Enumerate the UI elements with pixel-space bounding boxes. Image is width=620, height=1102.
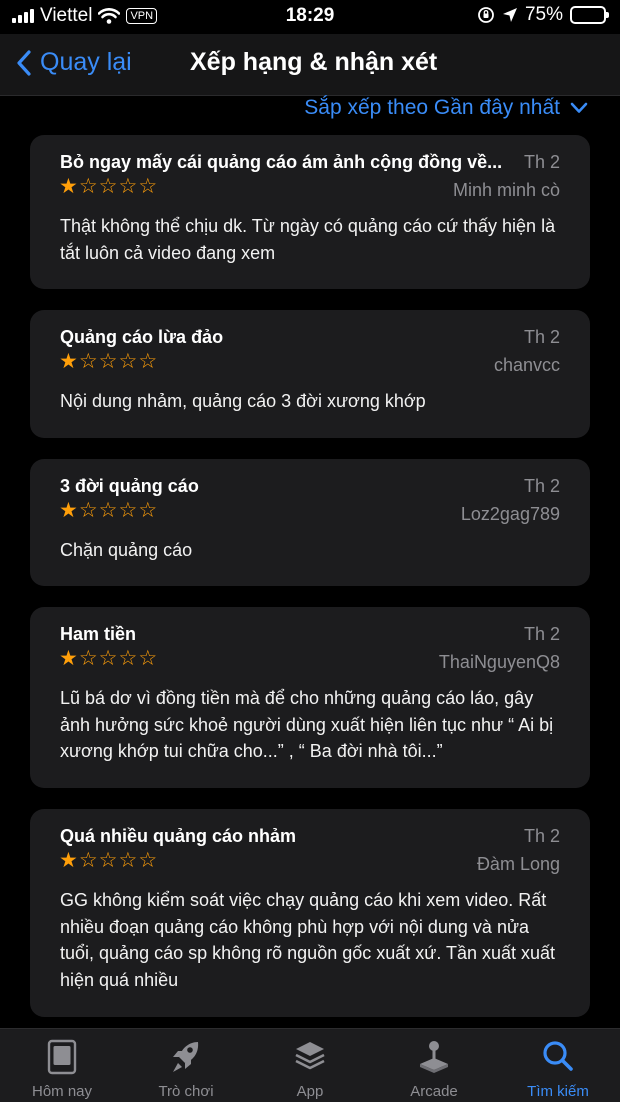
review-body: Lũ bá dơ vì đồng tiền mà để cho những qu… <box>60 688 554 761</box>
star-empty-icon: ☆ <box>78 498 98 522</box>
star-filled-icon: ★ <box>59 174 78 198</box>
review-date: Th 2 <box>523 327 560 347</box>
tab-bar: Hôm nay Trò chơi App Arcade Tìm kiếm <box>0 1028 620 1102</box>
search-icon <box>543 1041 573 1071</box>
orientation-lock-icon <box>478 7 494 23</box>
battery-icon <box>570 6 609 24</box>
star-empty-icon: ☆ <box>138 174 158 198</box>
review-title: Ham tiền <box>60 624 137 644</box>
star-empty-icon: ☆ <box>78 174 98 198</box>
review-date: Th 2 <box>523 476 560 496</box>
review-author: Minh minh cò <box>452 180 560 200</box>
page-title: Xếp hạng & nhận xét <box>190 48 438 76</box>
review-body: GG không kiểm soát việc chạy quảng cáo k… <box>60 890 556 990</box>
review-card[interactable]: Ham tiền Th 2 ★ ☆ ☆ ☆ ☆ ThaiNguyenQ8 Lũ bá d… <box>30 607 590 788</box>
tab-label: Tìm kiếm <box>527 1083 589 1100</box>
review-author: Loz2gag789 <box>460 504 560 524</box>
tab-label: Trò chơi <box>158 1083 214 1100</box>
review-date: Th 2 <box>523 152 560 172</box>
star-empty-icon: ☆ <box>138 848 158 872</box>
star-empty-icon: ☆ <box>78 349 98 373</box>
star-rating: ★ ☆ ☆ ☆ ☆ <box>59 350 157 372</box>
star-empty-icon: ☆ <box>98 349 118 373</box>
star-empty-icon: ☆ <box>118 848 138 872</box>
tab-arcade[interactable]: Arcade <box>372 1029 496 1102</box>
star-filled-icon: ★ <box>59 349 78 373</box>
tab-games[interactable]: Trò chơi <box>124 1029 248 1102</box>
tab-label: App <box>296 1083 324 1100</box>
chevron-down-icon <box>570 102 588 113</box>
star-rating: ★ ☆ ☆ ☆ ☆ <box>59 849 157 871</box>
review-body: Thật không thể chịu dk. Từ ngày có quảng… <box>60 216 556 263</box>
star-rating: ★ ☆ ☆ ☆ ☆ <box>59 647 157 669</box>
review-title: Quá nhiều quảng cáo nhảm <box>60 826 297 846</box>
rocket-icon <box>173 1042 199 1072</box>
apps-stack-icon <box>295 1042 325 1070</box>
review-author: ThaiNguyenQ8 <box>438 652 560 672</box>
star-empty-icon: ☆ <box>78 848 98 872</box>
back-button[interactable]: Quay lại <box>16 48 132 77</box>
star-filled-icon: ★ <box>59 848 78 872</box>
review-body: Chặn quảng cáo <box>60 540 193 560</box>
review-title: Quảng cáo lừa đảo <box>60 327 224 347</box>
tab-search[interactable]: Tìm kiếm <box>496 1029 620 1102</box>
star-empty-icon: ☆ <box>98 646 118 670</box>
status-bar: Viettel VPN 18:29 75% <box>0 0 620 34</box>
star-rating: ★ ☆ ☆ ☆ ☆ <box>59 499 157 521</box>
star-filled-icon: ★ <box>59 646 78 670</box>
star-empty-icon: ☆ <box>98 498 118 522</box>
tab-label: Hôm nay <box>31 1083 93 1100</box>
today-icon <box>47 1039 77 1075</box>
sort-button[interactable]: Sắp xếp theo Gần đây nhất <box>304 96 588 120</box>
star-empty-icon: ☆ <box>118 349 138 373</box>
star-empty-icon: ☆ <box>98 848 118 872</box>
review-title: Bỏ ngay mấy cái quảng cáo ám ảnh cộng đồ… <box>60 152 503 172</box>
review-date: Th 2 <box>523 826 560 846</box>
sort-label: Sắp xếp theo Gần đây nhất <box>304 96 560 119</box>
review-card[interactable]: Quá nhiều quảng cáo nhảm Th 2 ★ ☆ ☆ ☆ ☆ Đàm … <box>30 809 590 1017</box>
joystick-icon <box>420 1041 448 1073</box>
star-empty-icon: ☆ <box>138 498 158 522</box>
tab-label: Arcade <box>410 1083 458 1100</box>
review-card[interactable]: Bỏ ngay mấy cái quảng cáo ám ảnh cộng đồ… <box>30 135 590 289</box>
star-empty-icon: ☆ <box>98 174 118 198</box>
review-title: 3 đời quảng cáo <box>60 476 199 496</box>
location-arrow-icon <box>502 8 517 22</box>
review-date: Th 2 <box>523 624 560 644</box>
back-label: Quay lại <box>40 48 132 76</box>
star-empty-icon: ☆ <box>138 646 158 670</box>
tab-apps[interactable]: App <box>248 1029 372 1102</box>
star-empty-icon: ☆ <box>118 646 138 670</box>
star-rating: ★ ☆ ☆ ☆ ☆ <box>59 175 157 197</box>
star-empty-icon: ☆ <box>118 174 138 198</box>
battery-percent: 75% <box>524 4 563 25</box>
review-author: Đàm Long <box>476 854 560 874</box>
review-card[interactable]: 3 đời quảng cáo Th 2 ★ ☆ ☆ ☆ ☆ Loz2gag789 Ch… <box>30 459 590 586</box>
review-card[interactable]: Quảng cáo lừa đảo Th 2 ★ ☆ ☆ ☆ ☆ chanvcc Nội… <box>30 310 590 438</box>
navigation-bar: Quay lại Xếp hạng & nhận xét <box>0 34 620 96</box>
tab-today[interactable]: Hôm nay <box>0 1029 124 1102</box>
star-empty-icon: ☆ <box>118 498 138 522</box>
review-body: Nội dung nhảm, quảng cáo 3 đời xương khớ… <box>60 391 426 411</box>
review-author: chanvcc <box>493 355 560 375</box>
chevron-left-icon <box>17 49 31 76</box>
star-empty-icon: ☆ <box>138 349 158 373</box>
star-filled-icon: ★ <box>59 498 78 522</box>
star-empty-icon: ☆ <box>78 646 98 670</box>
